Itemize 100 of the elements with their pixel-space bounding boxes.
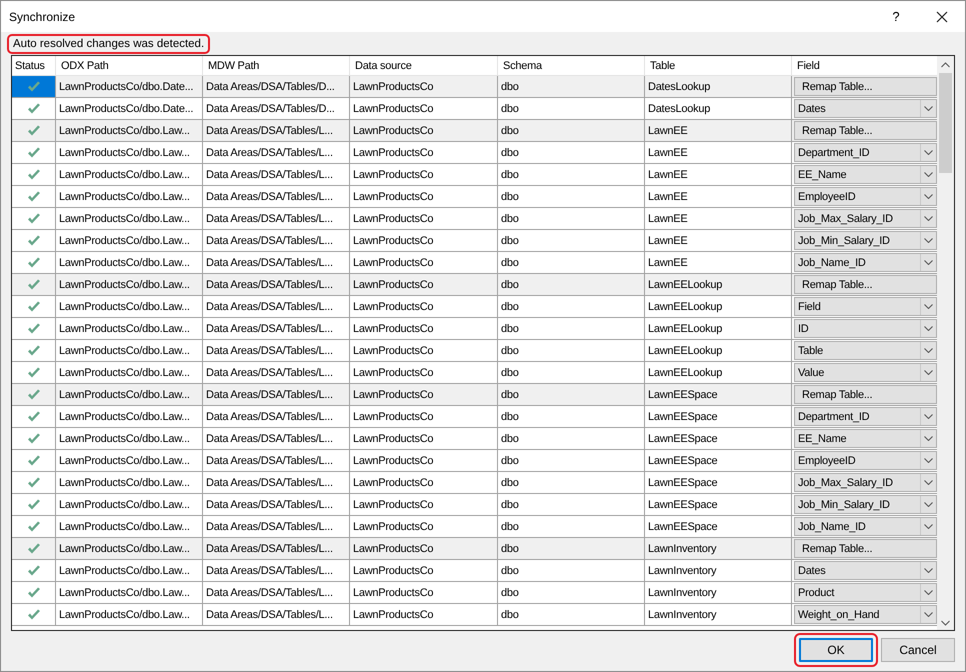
table-cell: LawnEELookup: [645, 296, 792, 318]
status-cell[interactable]: [12, 582, 56, 604]
status-cell[interactable]: [12, 560, 56, 582]
table-cell: Data Areas/DSA/Tables/L...: [203, 494, 350, 516]
checkmark-icon: [26, 124, 40, 136]
field-dropdown[interactable]: Product: [794, 583, 937, 602]
status-cell[interactable]: [12, 296, 56, 318]
vertical-scrollbar[interactable]: [937, 56, 954, 630]
status-cell[interactable]: [12, 142, 56, 164]
remap-table-button[interactable]: Remap Table...: [794, 77, 937, 96]
table-cell: LawnProductsCo/dbo.Law...: [56, 428, 203, 450]
checkmark-icon: [26, 454, 40, 466]
table-cell: dbo: [498, 582, 645, 604]
table-cell: Data Areas/DSA/Tables/L...: [203, 120, 350, 142]
table-cell: LawnEELookup: [645, 340, 792, 362]
table-cell: LawnProductsCo: [350, 142, 498, 164]
field-dropdown[interactable]: Weight_on_Hand: [794, 605, 937, 624]
status-cell[interactable]: [12, 340, 56, 362]
status-cell[interactable]: [12, 472, 56, 494]
field-dropdown[interactable]: Job_Name_ID: [794, 517, 937, 536]
chevron-down-icon: [924, 458, 933, 463]
checkmark-icon: [26, 586, 40, 598]
field-dropdown[interactable]: Department_ID: [794, 143, 937, 162]
status-cell[interactable]: [12, 274, 56, 296]
table-cell: LawnProductsCo/dbo.Law...: [56, 538, 203, 560]
chevron-down-icon: [924, 238, 933, 243]
checkmark-icon: [26, 542, 40, 554]
field-dropdown[interactable]: Dates: [794, 561, 937, 580]
status-cell[interactable]: [12, 120, 56, 142]
table-cell: dbo: [498, 274, 645, 296]
table-cell: LawnProductsCo/dbo.Law...: [56, 560, 203, 582]
field-dropdown[interactable]: Field: [794, 297, 937, 316]
table-cell: dbo: [498, 472, 645, 494]
status-cell[interactable]: [12, 230, 56, 252]
status-cell[interactable]: [12, 384, 56, 406]
table-cell: LawnProductsCo: [350, 538, 498, 560]
table-cell: dbo: [498, 318, 645, 340]
table-cell: LawnProductsCo/dbo.Law...: [56, 582, 203, 604]
chevron-down-icon: [924, 194, 933, 199]
field-dropdown[interactable]: EE_Name: [794, 165, 937, 184]
status-cell[interactable]: [12, 318, 56, 340]
checkmark-icon: [26, 168, 40, 180]
status-cell[interactable]: [12, 450, 56, 472]
field-dropdown[interactable]: EmployeeID: [794, 187, 937, 206]
status-cell[interactable]: [12, 76, 56, 98]
status-cell[interactable]: [12, 428, 56, 450]
status-cell[interactable]: [12, 406, 56, 428]
chevron-down-icon: [924, 480, 933, 485]
field-dropdown[interactable]: ID: [794, 319, 937, 338]
scrollbar-thumb[interactable]: [939, 73, 952, 173]
table-cell: LawnProductsCo/dbo.Law...: [56, 384, 203, 406]
status-cell[interactable]: [12, 494, 56, 516]
close-icon[interactable]: [936, 10, 948, 22]
remap-table-button[interactable]: Remap Table...: [794, 121, 937, 140]
field-dropdown[interactable]: Job_Min_Salary_ID: [794, 495, 937, 514]
scroll-up-icon[interactable]: [941, 62, 950, 68]
remap-table-button[interactable]: Remap Table...: [794, 275, 937, 294]
field-dropdown[interactable]: Job_Min_Salary_ID: [794, 231, 937, 250]
table-cell: dbo: [498, 142, 645, 164]
field-dropdown[interactable]: Job_Max_Salary_ID: [794, 473, 937, 492]
remap-table-button[interactable]: Remap Table...: [794, 385, 937, 404]
field-dropdown[interactable]: Job_Max_Salary_ID: [794, 209, 937, 228]
checkmark-icon: [26, 520, 40, 532]
table-cell: dbo: [498, 406, 645, 428]
field-dropdown[interactable]: Value: [794, 363, 937, 382]
checkmark-icon: [26, 102, 40, 114]
field-dropdown[interactable]: EE_Name: [794, 429, 937, 448]
scroll-down-icon[interactable]: [941, 620, 950, 626]
checkmark-icon: [26, 256, 40, 268]
field-dropdown[interactable]: Table: [794, 341, 937, 360]
field-dropdown[interactable]: Department_ID: [794, 407, 937, 426]
table-cell: dbo: [498, 164, 645, 186]
table-cell: Data Areas/DSA/Tables/L...: [203, 318, 350, 340]
table-cell: dbo: [498, 76, 645, 98]
table-cell: Data Areas/DSA/Tables/L...: [203, 274, 350, 296]
table-cell: LawnProductsCo: [350, 186, 498, 208]
remap-table-button[interactable]: Remap Table...: [794, 539, 937, 558]
table-cell: LawnEE: [645, 164, 792, 186]
status-cell[interactable]: [12, 186, 56, 208]
checkmark-icon: [26, 410, 40, 422]
table-cell: LawnProductsCo/dbo.Law...: [56, 450, 203, 472]
field-dropdown[interactable]: Dates: [794, 99, 937, 118]
status-cell[interactable]: [12, 208, 56, 230]
field-dropdown[interactable]: EmployeeID: [794, 451, 937, 470]
field-dropdown[interactable]: Job_Name_ID: [794, 253, 937, 272]
cancel-button[interactable]: Cancel: [881, 638, 955, 662]
status-cell[interactable]: [12, 604, 56, 626]
status-cell[interactable]: [12, 538, 56, 560]
help-button[interactable]: ?: [873, 1, 919, 32]
table-cell: Data Areas/DSA/Tables/D...: [203, 76, 350, 98]
checkmark-icon: [26, 300, 40, 312]
chevron-down-icon: [924, 568, 933, 573]
status-cell[interactable]: [12, 164, 56, 186]
checkmark-icon: [26, 498, 40, 510]
table-cell: LawnProductsCo: [350, 340, 498, 362]
table-cell: LawnProductsCo/dbo.Law...: [56, 274, 203, 296]
table-cell: LawnEESpace: [645, 428, 792, 450]
checkmark-icon: [26, 234, 40, 246]
table-cell: LawnProductsCo: [350, 230, 498, 252]
table-cell: LawnProductsCo/dbo.Law...: [56, 406, 203, 428]
